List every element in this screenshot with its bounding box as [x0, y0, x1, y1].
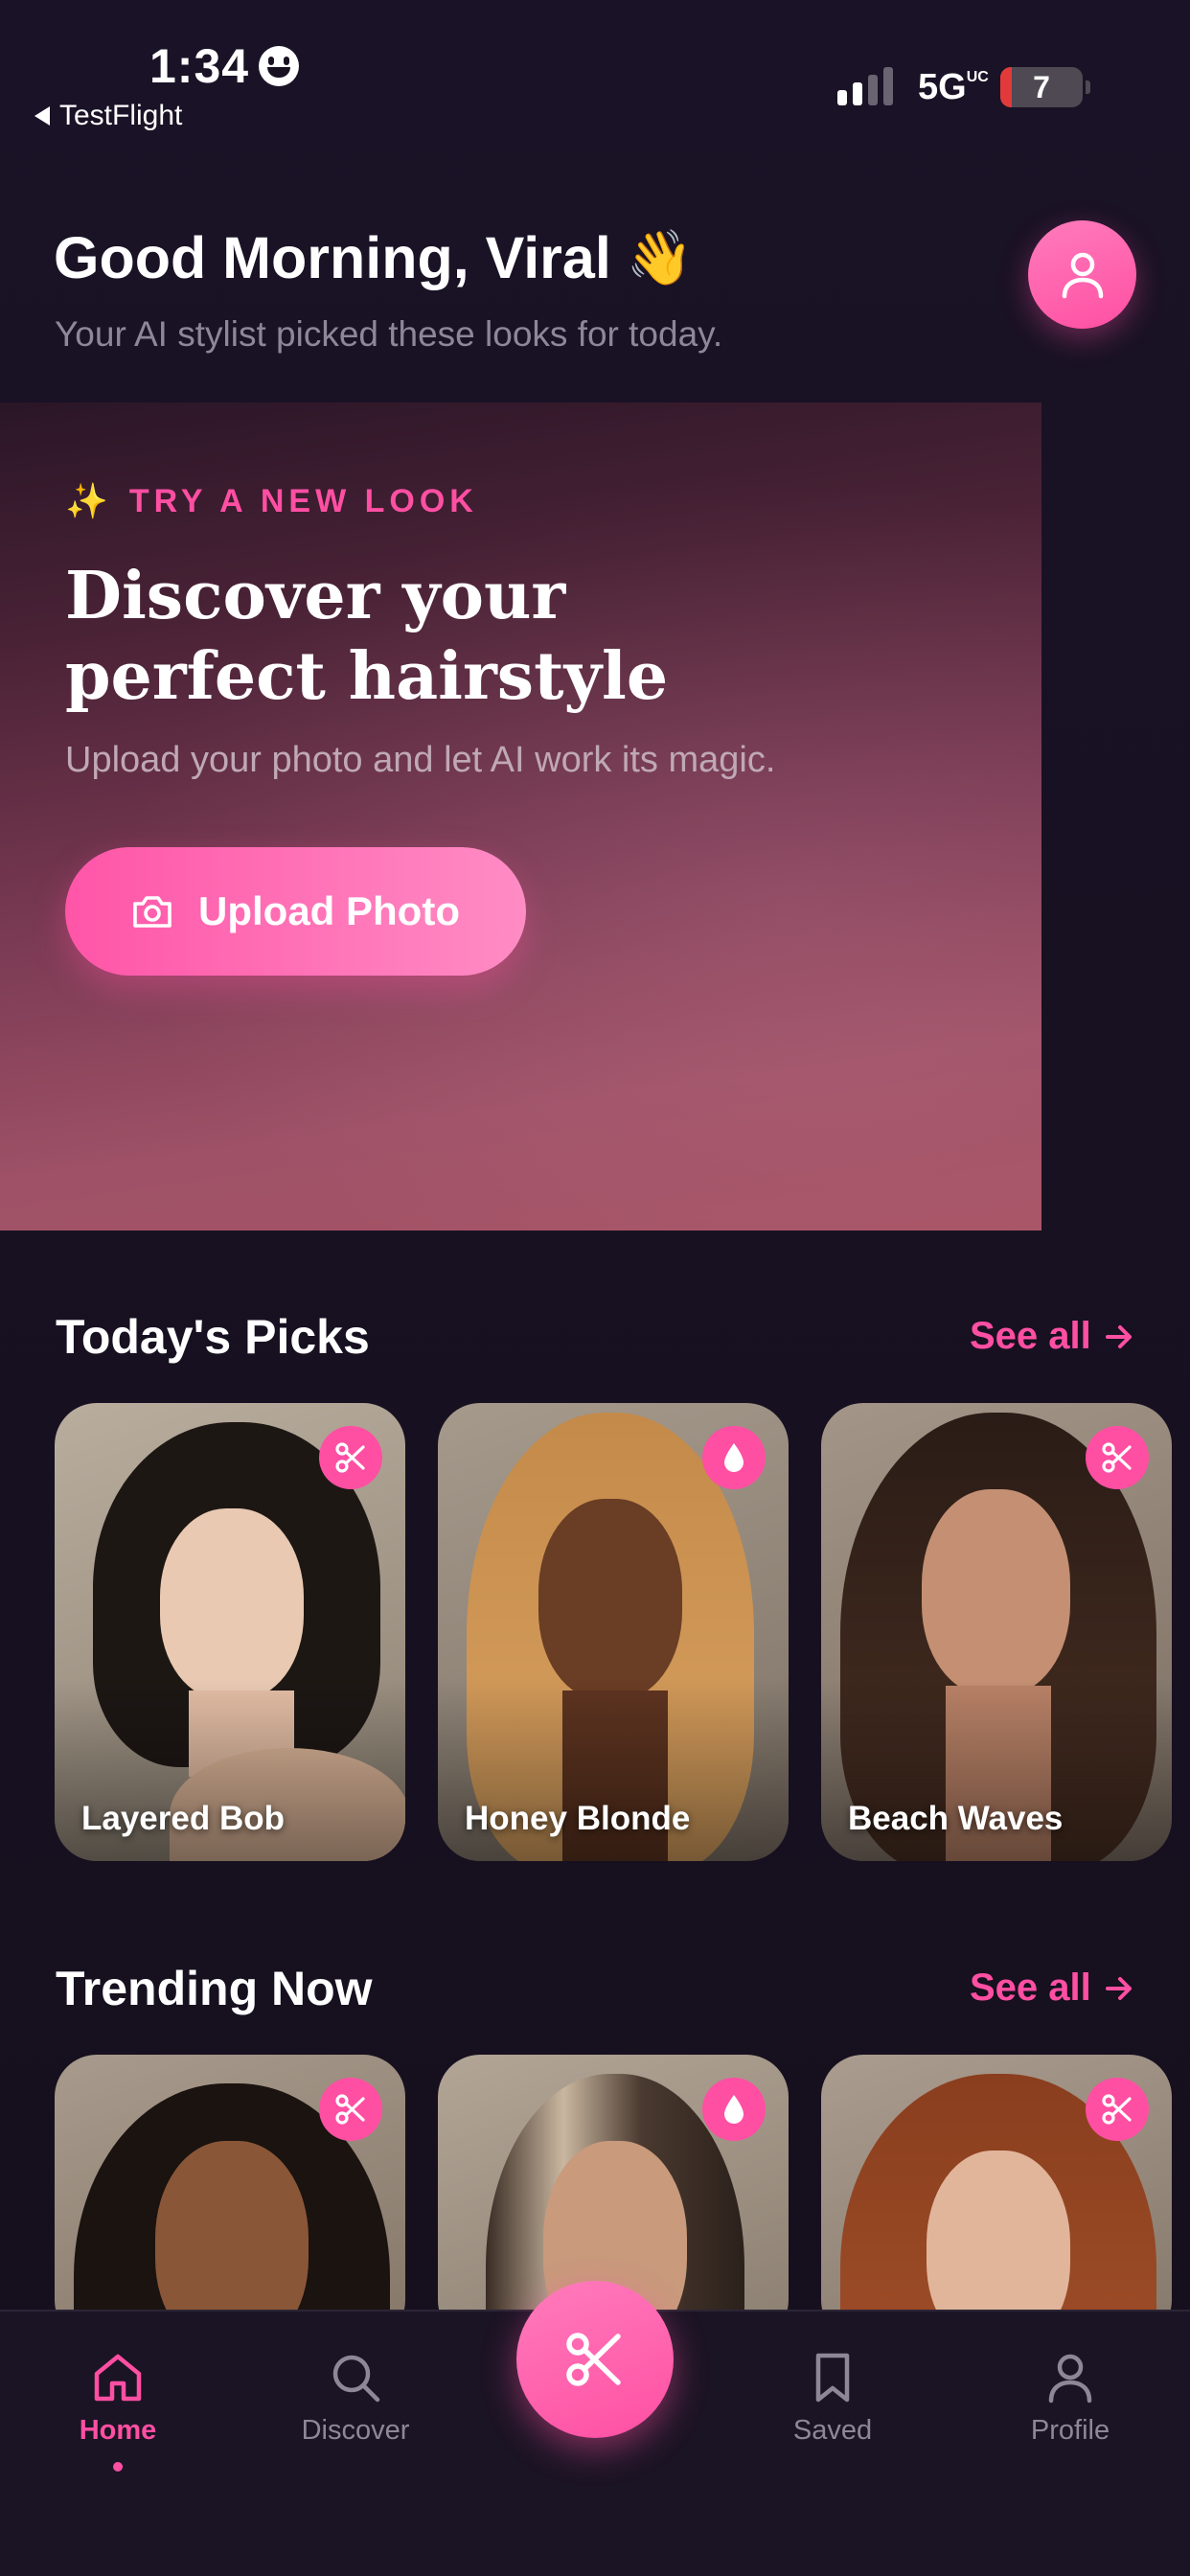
tab-label: Profile [1030, 2415, 1110, 2446]
network-suffix: UC [966, 69, 989, 86]
wave-emoji: 👋 [626, 227, 694, 288]
scissors-badge-icon [1086, 1426, 1149, 1489]
status-time: 1:34 [149, 38, 300, 94]
cellular-signal-icon [837, 63, 893, 105]
tab-profile[interactable]: Profile [974, 2350, 1166, 2447]
network-indicator: 5GUC [918, 67, 989, 108]
scissors-icon [566, 2333, 621, 2386]
user-icon [1062, 252, 1103, 298]
style-card-label: Layered Bob [81, 1800, 285, 1837]
battery-level: 7 [1033, 69, 1050, 104]
home-icon [94, 2354, 142, 2402]
tab-home[interactable]: Home [22, 2350, 214, 2472]
style-card-layered-bob[interactable]: Layered Bob [55, 1403, 405, 1861]
see-all-label: See all [970, 1315, 1091, 1357]
hero-description: Upload your photo and let AI work its ma… [65, 740, 776, 780]
hero-kicker: ✨ TRY A NEW LOOK [65, 481, 478, 521]
battery-tip [1086, 80, 1090, 94]
tab-label: Home [79, 2415, 157, 2446]
tab-label: Discover [301, 2415, 410, 2446]
trending-card[interactable] [821, 2055, 1172, 2342]
todays-picks-title: Today's Picks [56, 1310, 370, 1364]
bookmark-icon [815, 2353, 850, 2403]
scissors-badge-icon [1086, 2078, 1149, 2141]
status-time-text: 1:34 [149, 39, 250, 93]
arrow-right-icon [1105, 1324, 1132, 1348]
greeting-text: Good Morning, Viral [54, 225, 611, 290]
search-icon [332, 2355, 380, 2403]
drop-badge-icon [702, 2078, 766, 2141]
trending-card[interactable] [55, 2055, 405, 2342]
network-type: 5G [918, 67, 967, 107]
tab-discover[interactable]: Discover [260, 2350, 451, 2447]
center-style-button[interactable] [516, 2281, 674, 2438]
profile-avatar-button[interactable] [1028, 220, 1136, 329]
battery-icon: 7 [1000, 67, 1083, 107]
back-to-app-link[interactable]: TestFlight [34, 100, 182, 132]
hero-kicker-text: TRY A NEW LOOK [128, 482, 478, 519]
smiley-icon [259, 46, 300, 86]
see-all-label: See all [970, 1966, 1091, 2009]
upload-photo-button[interactable]: Upload Photo [65, 847, 526, 976]
trending-now-title: Trending Now [56, 1962, 373, 2015]
user-icon [1048, 2354, 1092, 2404]
greeting-subtitle: Your AI stylist picked these looks for t… [55, 314, 723, 354]
tab-saved[interactable]: Saved [737, 2350, 928, 2447]
trending-see-all[interactable]: See all [970, 1966, 1133, 2010]
back-arrow-icon [34, 106, 50, 126]
drop-badge-icon [702, 1426, 766, 1489]
greeting-title: Good Morning, Viral 👋 [54, 224, 694, 291]
scissors-badge-icon [319, 1426, 382, 1489]
active-tab-indicator [113, 2462, 123, 2472]
arrow-right-icon [1105, 1976, 1132, 2000]
todays-picks-see-all[interactable]: See all [970, 1315, 1133, 1358]
camera-icon [133, 896, 172, 928]
back-app-label: TestFlight [59, 100, 183, 131]
scissors-badge-icon [319, 2078, 382, 2141]
hero-banner: ✨ TRY A NEW LOOK Discover your perfect h… [0, 402, 1041, 1230]
hero-title: Discover your perfect hairstyle [65, 558, 669, 715]
sparkle-icon: ✨ [65, 481, 108, 520]
style-card-label: Honey Blonde [465, 1800, 691, 1837]
app-screen: 1:34 TestFlight 5GUC 7 Good Morning, Vir… [0, 0, 1190, 2576]
upload-photo-label: Upload Photo [198, 888, 460, 933]
tab-label: Saved [792, 2415, 873, 2446]
style-card-label: Beach Waves [848, 1800, 1064, 1837]
style-card-beach-waves[interactable]: Beach Waves [821, 1403, 1172, 1861]
style-card-honey-blonde[interactable]: Honey Blonde [438, 1403, 789, 1861]
